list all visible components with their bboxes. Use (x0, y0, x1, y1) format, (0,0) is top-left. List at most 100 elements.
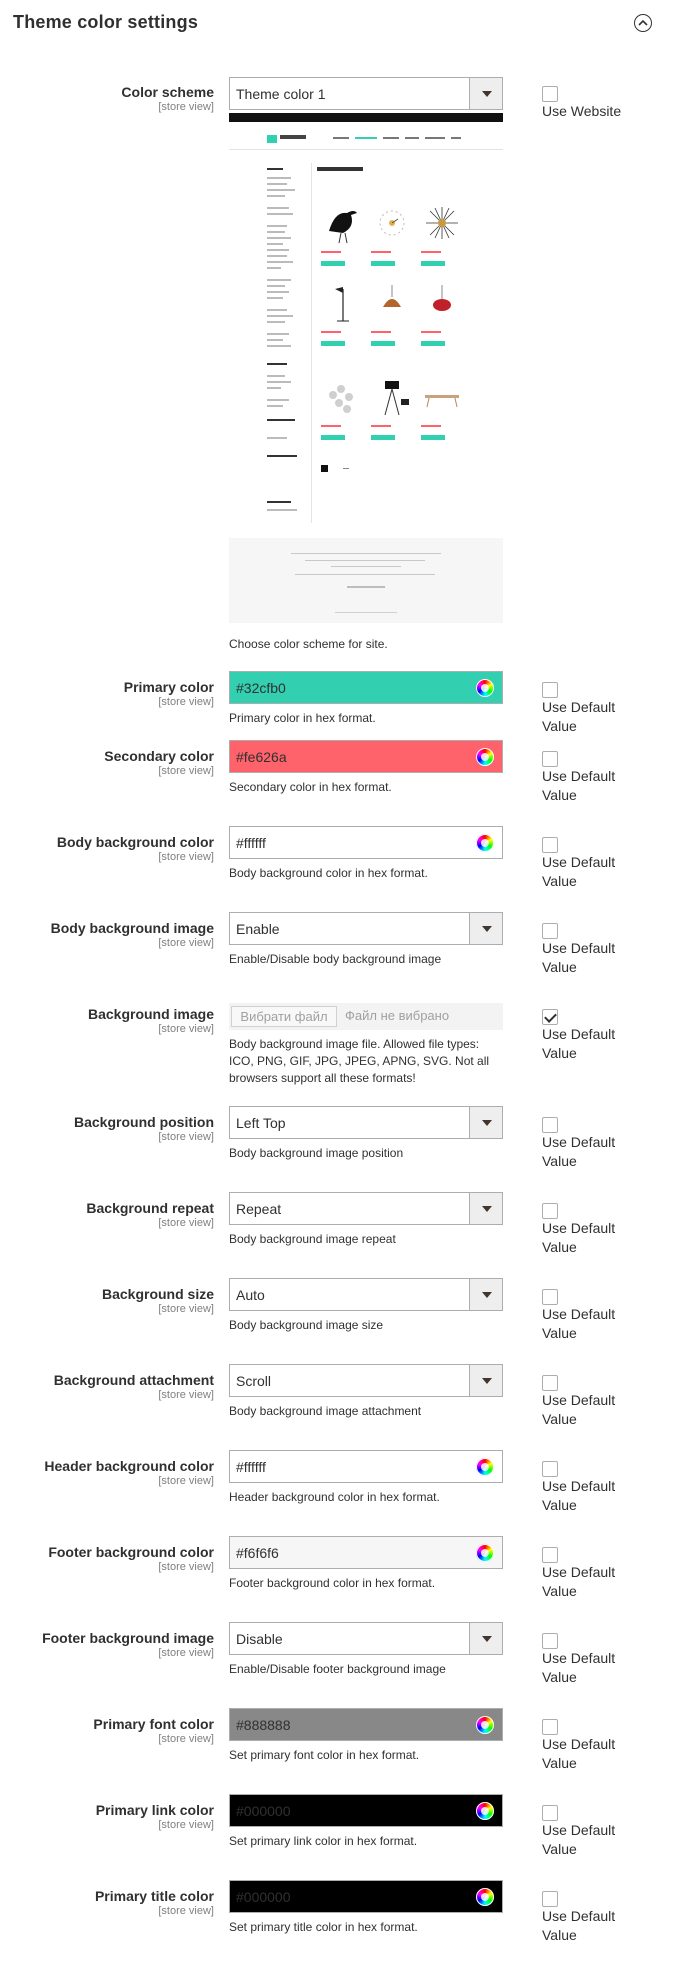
preview-sidebar-item (267, 279, 291, 281)
preview-footer-links (291, 553, 441, 554)
scope-label: [store view] (158, 101, 214, 113)
footer-bg-input[interactable]: #f6f6f6 (229, 1536, 503, 1569)
header-bg-input[interactable]: #ffffff (229, 1450, 503, 1483)
bg-size-note: Body background image size (229, 1318, 384, 1332)
title-color-label: Primary title color (94, 1888, 214, 1904)
font-color-input[interactable]: #888888 (229, 1708, 503, 1741)
select-value: Repeat (236, 1201, 282, 1217)
preview-product-image (421, 201, 463, 247)
preview-sidebar-item (267, 285, 285, 287)
dropdown-arrow-icon[interactable] (469, 913, 502, 944)
bg-size-select[interactable]: Auto (229, 1278, 503, 1311)
preview-footer-links (305, 560, 425, 561)
color-input-box[interactable]: #f6f6f6 (229, 1536, 503, 1569)
dropdown-arrow-icon[interactable] (469, 1107, 502, 1138)
preview-nav-item (425, 137, 445, 139)
preview-add-to-cart (321, 341, 345, 346)
body-bg-image-select[interactable]: Enable (229, 912, 503, 945)
preview-sidebar-item (267, 419, 295, 421)
preview-add-to-cart (321, 261, 345, 266)
color-picker-icon[interactable] (476, 1802, 494, 1820)
chevron-up-icon[interactable] (634, 14, 652, 32)
body-bg-input[interactable]: #ffffff (229, 826, 503, 859)
bg-position-select[interactable]: Left Top (229, 1106, 503, 1139)
choose-file-button[interactable]: Вибрати файл (231, 1006, 337, 1027)
title-color-label-group: Primary title color [store view] (0, 1888, 214, 1918)
bg-image-file-input[interactable]: Вибрати файл Файл не вибрано (229, 1003, 503, 1030)
use-default-checkbox[interactable] (542, 1375, 558, 1391)
use-default-checkbox[interactable] (542, 1805, 558, 1821)
preview-add-to-cart (371, 341, 395, 346)
primary-label: Primary color (123, 679, 214, 695)
use-default-checkbox[interactable] (542, 1289, 558, 1305)
use-default-checkbox[interactable] (542, 751, 558, 767)
use-default-checkbox[interactable] (542, 682, 558, 698)
preview-pager-current (321, 465, 328, 472)
preview-sidebar-item (267, 225, 287, 227)
color-picker-icon[interactable] (476, 748, 494, 766)
use-default-checkbox[interactable] (542, 1203, 558, 1219)
primary-input[interactable]: #32cfb0 (229, 671, 503, 704)
color-input-box[interactable]: #ffffff (229, 826, 503, 859)
color-input-box[interactable]: #ffffff (229, 1450, 503, 1483)
color-scheme-select[interactable]: Theme color 1 (229, 77, 503, 110)
bg-repeat-select[interactable]: Repeat (229, 1192, 503, 1225)
color-picker-icon[interactable] (476, 1716, 494, 1734)
color-value: #000000 (236, 1889, 291, 1905)
color-picker-icon[interactable] (476, 834, 494, 852)
preview-sidebar-item (267, 375, 285, 377)
body-bg-label-group: Body background color [store view] (0, 834, 214, 864)
secondary-input[interactable]: #fe626a (229, 740, 503, 773)
use-default-checkbox[interactable] (542, 1117, 558, 1133)
color-picker-icon[interactable] (476, 1544, 494, 1562)
link-color-note: Set primary link color in hex format. (229, 1834, 418, 1848)
dropdown-arrow-icon[interactable] (469, 1279, 502, 1310)
color-picker-icon[interactable] (476, 679, 494, 697)
preview-nav-item (333, 137, 349, 139)
bg-attachment-select[interactable]: Scroll (229, 1364, 503, 1397)
preview-sidebar-item (267, 437, 287, 439)
use-default-checkbox[interactable] (542, 1633, 558, 1649)
link-color-label-group: Primary link color [store view] (0, 1802, 214, 1832)
font-color-label-group: Primary font color [store view] (0, 1716, 214, 1746)
title-color-input[interactable]: #000000 (229, 1880, 503, 1913)
color-value: #f6f6f6 (236, 1545, 279, 1561)
preview-product-price (371, 251, 391, 253)
color-input-box[interactable]: #32cfb0 (229, 671, 503, 704)
use-default-checkbox[interactable] (542, 923, 558, 939)
preview-product-image (421, 281, 463, 327)
use-default-checkbox[interactable] (542, 1547, 558, 1563)
color-input-box[interactable]: #000000 (229, 1794, 503, 1827)
color-scheme-value: Theme color 1 (236, 86, 326, 102)
primary-label-group: Primary color [store view] (0, 679, 214, 709)
use-default-label: Use Default Value (542, 854, 616, 889)
dropdown-arrow-icon[interactable] (469, 1365, 502, 1396)
use-default-label: Use Default Value (542, 1908, 616, 1943)
use-default-checkbox[interactable] (542, 1719, 558, 1735)
preview-product-price (321, 425, 341, 427)
use-default-checkbox[interactable] (542, 837, 558, 853)
preview-product-image (321, 281, 363, 327)
dropdown-arrow-icon[interactable] (469, 1193, 502, 1224)
use-default-checkbox[interactable] (542, 1891, 558, 1907)
use-default-checkbox[interactable] (542, 1461, 558, 1477)
use-default-label: Use Default Value (542, 1736, 616, 1771)
preview-sidebar-item (267, 168, 283, 170)
dropdown-arrow-icon[interactable] (469, 1623, 502, 1654)
preview-nav-item (355, 137, 377, 139)
scope-label: [store view] (158, 1303, 214, 1315)
color-input-box[interactable]: #000000 (229, 1880, 503, 1913)
use-default-checkbox[interactable] (542, 1009, 558, 1025)
color-value: #000000 (236, 1803, 291, 1819)
link-color-input[interactable]: #000000 (229, 1794, 503, 1827)
dropdown-arrow-icon[interactable] (469, 78, 502, 109)
color-input-box[interactable]: #888888 (229, 1708, 503, 1741)
color-picker-icon[interactable] (476, 1458, 494, 1476)
footer-bg-image-select[interactable]: Disable (229, 1622, 503, 1655)
color-picker-icon[interactable] (476, 1888, 494, 1906)
color-input-box[interactable]: #fe626a (229, 740, 503, 773)
select-value: Scroll (236, 1373, 272, 1389)
footer-bg-label-group: Footer background color [store view] (0, 1544, 214, 1574)
use-website-checkbox[interactable] (542, 86, 558, 102)
color-value: #ffffff (236, 835, 266, 851)
